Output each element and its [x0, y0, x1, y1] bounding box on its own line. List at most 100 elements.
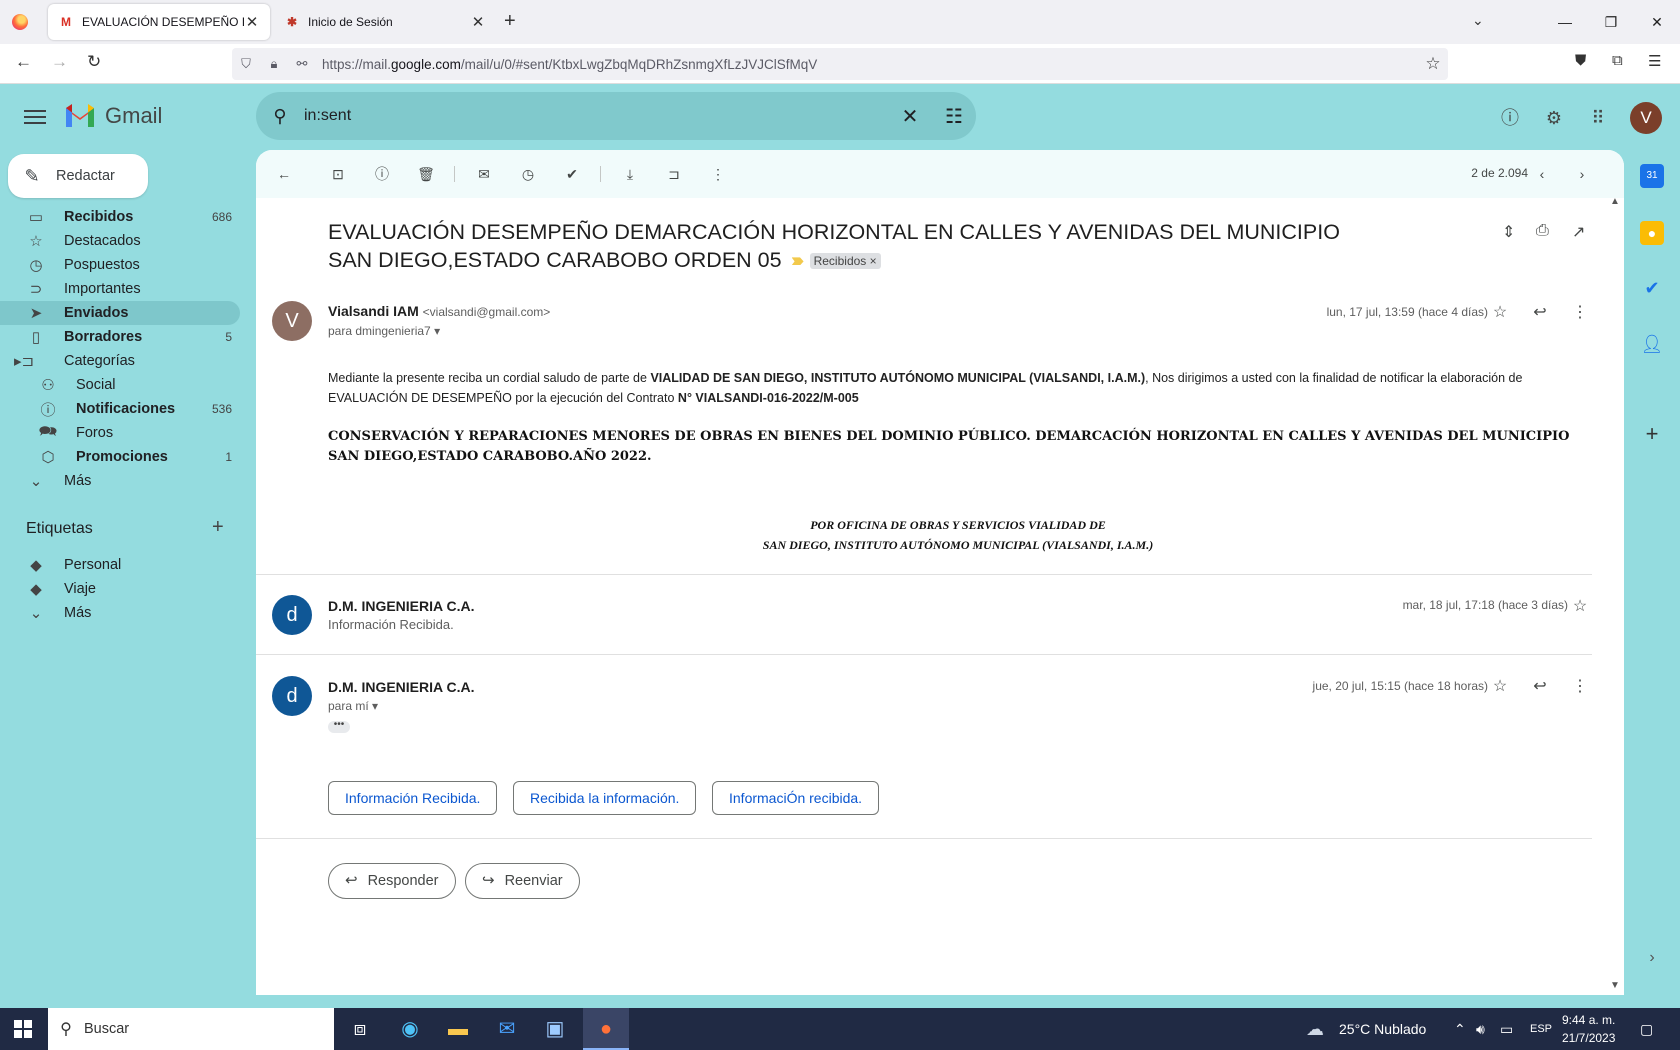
mark-unread-icon[interactable]: ✉ [474, 164, 494, 184]
message-more-icon[interactable]: ⋮ [1569, 676, 1591, 696]
help-icon[interactable]: ⓘ [1498, 106, 1522, 130]
recipients-line[interactable]: para dmingenieria7 ▾ [328, 324, 440, 338]
message-more-icon[interactable]: ⋮ [1569, 302, 1591, 322]
reply-icon[interactable]: ↩ [1529, 676, 1551, 696]
smart-reply-2[interactable]: Recibida la información. [513, 781, 697, 815]
compose-button[interactable]: ✎ Redactar [8, 154, 148, 198]
sidebar-item-borradores[interactable]: ▯ Borradores 5 [0, 325, 240, 349]
apps-grid-icon[interactable]: ⠿ [1586, 106, 1610, 130]
sidebar-item-pospuestos[interactable]: ◷ Pospuestos [0, 253, 240, 277]
shield-icon[interactable]: ⛉ [232, 56, 260, 72]
message-scrollbar[interactable]: ▲ ▼ [1610, 196, 1622, 996]
task-view-icon[interactable]: ⧈ [337, 1008, 383, 1050]
snooze-icon[interactable]: ◷ [518, 164, 538, 184]
archive-icon[interactable]: ⊡ [328, 164, 348, 184]
reply-icon[interactable]: ↩ [1529, 302, 1551, 322]
add-label-icon[interactable]: + [212, 516, 224, 539]
star-message-icon[interactable]: ☆ [1489, 302, 1511, 322]
get-addons-icon[interactable]: + [1640, 422, 1664, 446]
scroll-up-icon[interactable]: ▲ [1610, 196, 1620, 207]
move-to-icon[interactable]: ⤓ [620, 164, 640, 184]
restore-icon[interactable]: ❐ [1588, 14, 1634, 31]
store-icon[interactable]: ▣ [532, 1008, 578, 1050]
system-clock[interactable]: 9:44 a. m. 21/7/2023 [1562, 1011, 1615, 1047]
newer-icon[interactable]: ‹ [1532, 164, 1552, 184]
open-new-window-icon[interactable]: ↗ [1572, 222, 1585, 242]
sidebar-item-recibidos[interactable]: ▭ Recibidos 686 [0, 205, 240, 229]
app-menu-icon[interactable]: ☰ [1648, 52, 1661, 70]
sender-name[interactable]: D.M. INGENIERIA C.A. [328, 598, 475, 614]
sidebar-item-promociones[interactable]: ⬡ Promociones 1 [0, 445, 240, 469]
close-window-icon[interactable]: ✕ [1634, 14, 1680, 31]
report-spam-icon[interactable]: ⓘ [372, 164, 392, 184]
reply-button[interactable]: ↩ Responder [328, 863, 456, 899]
search-icon[interactable]: ⚲ [256, 106, 304, 127]
tab-gmail[interactable]: M EVALUACIÓN DESEMPEÑO DEMARCACIÓN ✕ [48, 4, 270, 40]
language-indicator[interactable]: ESP [1530, 1008, 1552, 1050]
expand-all-icon[interactable]: ⇕ [1502, 222, 1515, 242]
windows-start-icon[interactable] [14, 1020, 32, 1038]
sender-name[interactable]: Vialsandi IAM <vialsandi@gmail.com> [328, 303, 550, 319]
notifications-icon[interactable]: ▢ [1640, 1008, 1653, 1050]
calendar-icon[interactable]: 31 [1640, 164, 1664, 188]
important-marker-icon[interactable] [791, 257, 804, 266]
show-side-panel-icon[interactable]: › [1640, 946, 1664, 970]
tab-login[interactable]: ✱ Inicio de Sesión ✕ [274, 4, 496, 40]
back-to-list-icon[interactable]: ← [274, 164, 294, 184]
scroll-down-icon[interactable]: ▼ [1610, 980, 1620, 991]
print-icon[interactable]: ⎙ [1536, 222, 1549, 240]
show-trimmed-content-button[interactable]: ••• [328, 720, 350, 733]
gmail-logo-icon[interactable] [64, 103, 96, 127]
weather-text[interactable]: 25°C Nublado [1339, 1008, 1426, 1050]
sidebar-item-destacados[interactable]: ☆ Destacados [0, 229, 240, 253]
file-explorer-icon[interactable]: ▬ [435, 1008, 481, 1050]
labels-more[interactable]: ⌄ Más [0, 601, 240, 625]
sidebar-item-social[interactable]: ⚇ Social [0, 373, 240, 397]
label-personal[interactable]: ◆ Personal [0, 553, 240, 577]
lock-icon[interactable]: 🔒︎ [260, 56, 288, 72]
network-icon[interactable]: ▭ [1500, 1008, 1513, 1050]
search-input[interactable]: in:sent [304, 107, 888, 125]
volume-icon[interactable]: 🔊︎ [1476, 1008, 1485, 1050]
list-tabs-icon[interactable]: ⌄ [1472, 12, 1484, 29]
sidebar-item-categorias[interactable]: ▸⊐ Categorías [0, 349, 240, 373]
permissions-icon[interactable]: ⚯ [288, 56, 316, 72]
sender-avatar[interactable]: V [272, 301, 312, 341]
forward-icon[interactable]: → [51, 52, 68, 72]
mail-app-icon[interactable]: ✉ [484, 1008, 530, 1050]
keep-icon[interactable]: ● [1640, 221, 1664, 245]
star-message-icon[interactable]: ☆ [1569, 596, 1591, 616]
url-bar[interactable]: ⛉ 🔒︎ ⚯ https://mail.google.com/mail/u/0/… [232, 48, 1448, 80]
sender-avatar[interactable]: d [272, 676, 312, 716]
sender-name[interactable]: D.M. INGENIERIA C.A. [328, 679, 475, 695]
star-message-icon[interactable]: ☆ [1489, 676, 1511, 696]
label-viaje[interactable]: ◆ Viaje [0, 577, 240, 601]
delete-icon[interactable]: 🗑︎ [416, 164, 436, 184]
main-menu-icon[interactable] [24, 106, 46, 128]
sidebar-item-mas[interactable]: ⌄ Más [0, 469, 240, 493]
close-tab-icon[interactable]: ✕ [244, 13, 260, 31]
reload-icon[interactable]: ↻ [87, 52, 101, 72]
labels-icon[interactable]: ⊐ [664, 164, 684, 184]
add-task-icon[interactable]: ✔ [562, 164, 582, 184]
back-icon[interactable]: ← [15, 52, 32, 72]
contacts-icon[interactable]: 👤︎ [1640, 332, 1664, 356]
older-icon[interactable]: › [1572, 164, 1592, 184]
forward-button[interactable]: ↪ Reenviar [465, 863, 580, 899]
clear-search-icon[interactable]: ✕ [888, 104, 932, 129]
account-avatar[interactable]: V [1630, 102, 1662, 134]
sidebar-item-enviados[interactable]: ➤ Enviados [0, 301, 240, 325]
settings-gear-icon[interactable]: ⚙ [1542, 106, 1566, 130]
firefox-logo-icon[interactable] [12, 14, 28, 30]
firefox-taskbar-icon[interactable]: ● [583, 1008, 629, 1050]
url-text[interactable]: https://mail.google.com/mail/u/0/#sent/K… [322, 57, 1418, 72]
sidebar-item-importantes[interactable]: ⊃ Importantes [0, 277, 240, 301]
extensions-icon[interactable]: ⧉ [1612, 52, 1623, 69]
search-options-icon[interactable]: ☷ [932, 104, 976, 129]
sidebar-item-foros[interactable]: 🗪︎ Foros [0, 421, 240, 445]
edge-icon[interactable]: ◉ [387, 1008, 433, 1050]
minimize-icon[interactable]: — [1542, 14, 1588, 30]
new-tab-icon[interactable]: + [504, 10, 516, 33]
tasks-icon[interactable]: ✔ [1640, 276, 1664, 300]
smart-reply-3[interactable]: InformaciÓn recibida. [712, 781, 880, 815]
